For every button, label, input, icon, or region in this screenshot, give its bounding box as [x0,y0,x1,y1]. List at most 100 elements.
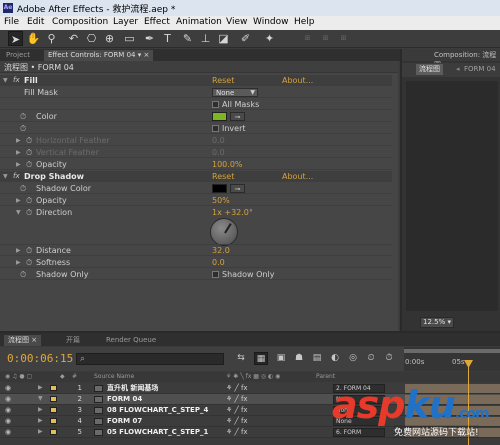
fill-reset-link[interactable]: Reset [212,75,234,86]
effect-fill-header[interactable]: ▼ fx Fill Reset About... [0,75,392,86]
visibility-eye-icon[interactable]: ◉ [5,416,11,426]
stopwatch-icon[interactable]: ⏱ [26,257,32,268]
stopwatch-icon[interactable]: ⏱ [26,245,32,256]
eyedropper-icon[interactable]: ⊸ [230,184,245,193]
composition-viewer[interactable] [406,81,498,311]
expand-triangle-icon[interactable]: ▶ [16,147,21,158]
shadow-only-checkbox[interactable] [212,271,219,278]
tab-close-icon[interactable]: × [31,336,37,344]
hand-tool-icon[interactable]: ✋ [26,31,41,46]
timer-icon[interactable]: ⏱ [382,352,396,365]
distance-value[interactable]: 32.0 [212,245,230,256]
drop-shadow-about-link[interactable]: About... [282,171,313,182]
tab-render-queue[interactable]: Render Queue [102,335,160,346]
menu-composition[interactable]: Composition [52,17,108,27]
invert-checkbox[interactable] [212,125,219,132]
stopwatch-icon[interactable]: ⏱ [26,195,32,206]
layer-name[interactable]: 05 FLOWCHART_C_STEP_1 [107,427,208,437]
expand-triangle-icon[interactable]: ▶ [38,383,43,393]
work-area-bar[interactable] [404,349,500,353]
camera-tool-icon[interactable]: ⎔ [84,31,99,46]
expand-triangle-icon[interactable]: ▶ [16,195,21,206]
timeline-search-input[interactable]: ⌕ [76,353,224,365]
menu-help[interactable]: Help [294,17,315,27]
expand-triangle-icon[interactable]: ▶ [38,416,43,426]
motion-blur-icon[interactable]: ◐ [328,352,342,365]
expand-triangle-icon[interactable]: ▶ [38,405,43,415]
layer-name[interactable]: 直升机 新闻基场 [107,383,158,393]
parent-header[interactable]: Parent [316,372,335,382]
current-time-display[interactable]: 0:00:06:15 [7,352,73,365]
text-tool-icon[interactable]: T [160,31,175,46]
layer-name[interactable]: FORM 07 [107,416,142,426]
collapse-triangle-icon[interactable]: ▼ [3,171,8,182]
live-update-icon[interactable]: ▦ [254,352,268,365]
all-masks-checkbox[interactable] [212,101,219,108]
graph-editor-icon[interactable]: ◎ [346,352,360,365]
stopwatch-icon[interactable]: ⏱ [26,207,32,218]
mask-tool-icon[interactable]: ▭ [122,31,137,46]
tab-menu-icon[interactable]: ▾ [138,51,142,59]
visibility-eye-icon[interactable]: ◉ [5,405,11,415]
direction-angle-dial[interactable] [210,218,238,246]
tab-timeline-opening[interactable]: 开篇 [62,335,84,346]
label-color-chip[interactable] [50,429,57,435]
source-name-header[interactable]: Source Name [94,372,134,382]
menu-layer[interactable]: Layer [113,17,138,27]
stopwatch-icon[interactable]: ⏱ [20,123,26,134]
menu-animation[interactable]: Animation [176,17,222,27]
axis-mode-icon[interactable]: ⊞ [300,31,315,46]
stopwatch-icon[interactable]: ⏱ [20,111,26,122]
hide-shy-layers-icon[interactable]: ☗ [292,352,306,365]
stopwatch-icon[interactable]: ⏱ [20,183,26,194]
shadow-opacity-value[interactable]: 50% [212,195,230,206]
stopwatch-icon[interactable]: ⏱ [26,135,32,146]
tab-effect-controls[interactable]: Effect Controls: FORM 04 ▾ × [44,50,154,61]
stopwatch-icon[interactable]: ⏱ [20,269,26,280]
visibility-eye-icon[interactable]: ◉ [5,394,11,404]
label-color-chip[interactable] [50,385,57,391]
label-color-chip[interactable] [50,418,57,424]
layer-switches[interactable]: ⚘ ╱ fx [226,405,248,415]
stopwatch-icon[interactable]: ⏱ [26,159,32,170]
menu-edit[interactable]: Edit [27,17,44,27]
collapse-triangle-icon[interactable]: ▼ [3,75,8,86]
expand-triangle-icon[interactable]: ▶ [16,135,21,146]
axis-mode-world-icon[interactable]: ⊞ [318,31,333,46]
visibility-eye-icon[interactable]: ◉ [5,383,11,393]
visibility-eye-icon[interactable]: ◉ [5,427,11,437]
roto-brush-icon[interactable]: ✐ [238,31,253,46]
expand-triangle-icon[interactable]: ▶ [16,257,21,268]
puppet-tool-icon[interactable]: ✦ [262,31,277,46]
rotate-tool-icon[interactable]: ↶ [66,31,81,46]
effect-drop-shadow-header[interactable]: ▼ fx Drop Shadow Reset About... [0,171,392,182]
frame-blending-icon[interactable]: ▤ [310,352,324,365]
expand-triangle-icon[interactable]: ▶ [16,159,21,170]
pan-behind-tool-icon[interactable]: ⊕ [102,31,117,46]
brainstorm-icon[interactable]: ⏲ [364,352,378,365]
expand-triangle-icon[interactable]: ▶ [38,427,43,437]
layer-switches[interactable]: ⚘ ╱ fx [226,383,248,393]
stamp-tool-icon[interactable]: ⊥ [198,31,213,46]
fill-color-swatch[interactable] [212,112,227,121]
menu-window[interactable]: Window [253,17,289,27]
brush-tool-icon[interactable]: ✎ [180,31,195,46]
label-color-chip[interactable] [50,396,57,402]
collapse-triangle-icon[interactable]: ▼ [38,394,43,404]
selection-tool-icon[interactable]: ➤ [8,31,23,46]
layer-switches[interactable]: ⚘ ╱ fx [226,416,248,426]
tab-close-icon[interactable]: × [143,51,149,59]
drop-shadow-reset-link[interactable]: Reset [212,171,234,182]
pen-tool-icon[interactable]: ✒ [142,31,157,46]
composition-tab[interactable]: Composition: 流程图 [402,49,500,69]
stopwatch-icon[interactable]: ⏱ [26,147,32,158]
shadow-color-swatch[interactable] [212,184,227,193]
eraser-tool-icon[interactable]: ◪ [216,31,231,46]
fill-mask-dropdown[interactable]: None ▼ [212,88,258,97]
fill-opacity-value[interactable]: 100.0% [212,159,243,170]
tab-timeline-main[interactable]: 流程图 × [4,335,42,346]
time-ruler[interactable]: 0:00s 05s [404,347,500,371]
layer-name[interactable]: FORM 04 [107,394,142,404]
expand-triangle-icon[interactable]: ▶ [16,245,21,256]
zoom-tool-icon[interactable]: ⚲ [44,31,59,46]
